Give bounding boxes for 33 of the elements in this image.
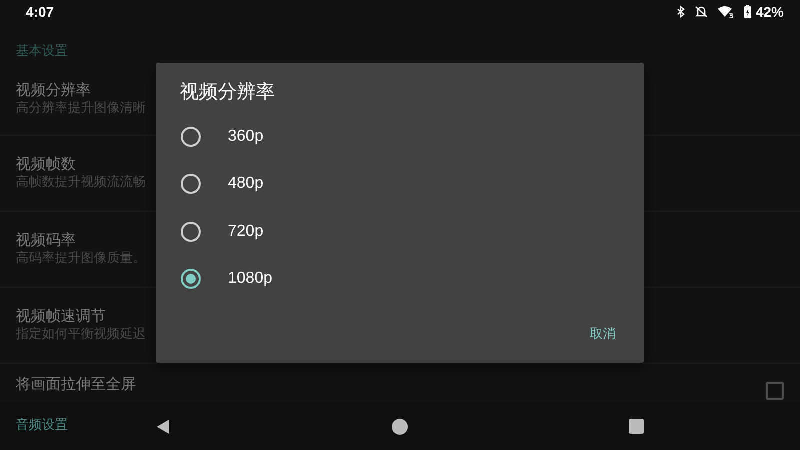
setting-summary: 指定如何平衡视频延迟 (16, 326, 146, 344)
setting-title: 视频分辨率 (16, 80, 91, 100)
option-label[interactable]: 720p (228, 222, 264, 241)
wifi-icon (718, 6, 734, 18)
section-header: 基本设置 (16, 43, 68, 60)
setting-summary: 高分辨率提升图像清晰 (16, 100, 146, 118)
muted-bell-icon (694, 6, 708, 18)
setting-title: 将画面拉伸至全屏 (16, 374, 136, 394)
home-button[interactable] (392, 418, 408, 434)
checkbox[interactable] (766, 382, 784, 400)
setting-summary: 高码率提升图像质量。 (16, 250, 146, 268)
battery-percentage: 42% (756, 4, 784, 20)
radio-button[interactable] (181, 174, 201, 194)
home-icon (392, 418, 408, 434)
section-header: 音频设置 (16, 417, 68, 434)
option-label[interactable]: 1080p (228, 270, 272, 288)
dialog-title: 视频分辨率 (179, 80, 276, 105)
radio-button[interactable] (181, 269, 201, 290)
back-button[interactable] (156, 418, 170, 434)
recents-icon (629, 419, 644, 434)
cancel-button[interactable]: 取消 (578, 317, 628, 351)
bluetooth-icon (676, 6, 685, 18)
back-icon (156, 418, 170, 434)
battery-icon (744, 5, 752, 19)
setting-summary: 高帧数提升视频流流畅 (16, 174, 146, 192)
setting-title: 视频帧数 (16, 154, 76, 174)
clock-time: 4:07 (26, 4, 54, 20)
option-label[interactable]: 360p (228, 128, 264, 146)
setting-title: 视频码率 (16, 230, 76, 250)
radio-button[interactable] (181, 126, 201, 147)
setting-title: 视频帧速调节 (16, 306, 106, 326)
option-label[interactable]: 480p (228, 175, 264, 194)
radio-button[interactable] (181, 222, 201, 242)
